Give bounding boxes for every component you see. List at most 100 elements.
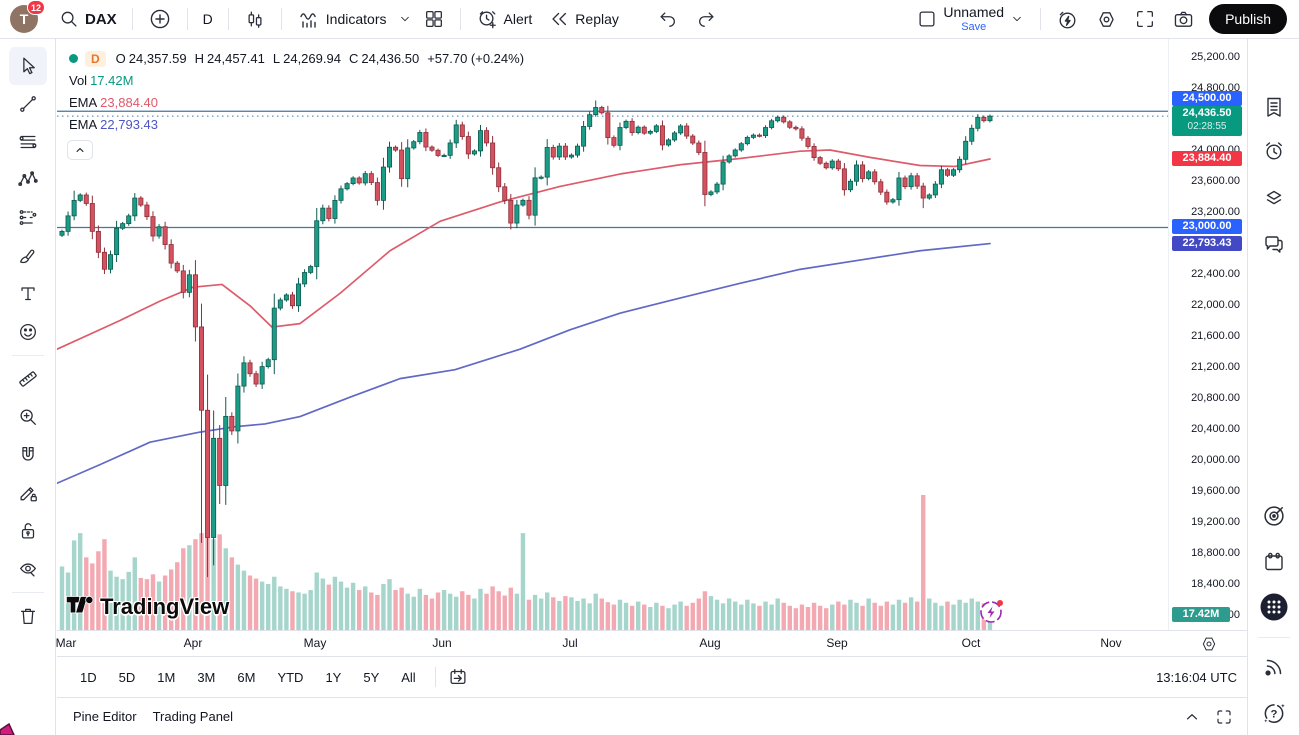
gear-icon: [1095, 8, 1118, 31]
symbol-search-button[interactable]: DAX: [50, 4, 125, 34]
sidebar-radar-button[interactable]: [1258, 500, 1290, 532]
chart-pane[interactable]: D O 24,357.59 H 24,457.41 L 24,269.94 C …: [57, 39, 1168, 630]
tool-lock-open-button[interactable]: [9, 512, 47, 550]
tool-magnet-button[interactable]: [9, 436, 47, 474]
pine-editor-tab[interactable]: Pine Editor: [73, 709, 137, 724]
tool-edit-lock-button[interactable]: [9, 474, 47, 512]
range-button-ytd[interactable]: YTD: [268, 666, 312, 689]
legend-ema-fast-row[interactable]: EMA 23,884.40: [65, 93, 532, 112]
edit-lock-icon: [17, 482, 39, 504]
goto-date-button[interactable]: [444, 665, 472, 689]
toolbar-separator: [132, 8, 133, 30]
range-button-1d[interactable]: 1D: [71, 666, 106, 689]
indicator-templates-button[interactable]: [395, 4, 415, 34]
tool-ruler-button[interactable]: [9, 360, 47, 398]
undo-button[interactable]: [649, 4, 687, 34]
tool-emoji-button[interactable]: [9, 313, 47, 351]
price-axis-label: 22,400.00: [1191, 268, 1240, 280]
settings-button[interactable]: [1087, 4, 1126, 34]
chevron-down-icon: [397, 11, 413, 27]
range-button-1y[interactable]: 1Y: [316, 666, 350, 689]
sidebar-apps-grid-button[interactable]: [1258, 591, 1290, 623]
tradingview-watermark: TradingView: [66, 594, 229, 620]
brush-icon: [17, 245, 39, 267]
quick-search-button[interactable]: [1048, 4, 1087, 34]
sidebar-watchlist-button[interactable]: [1258, 91, 1290, 123]
tool-zoom-in-button[interactable]: [9, 398, 47, 436]
legend-ohlc-row[interactable]: D O 24,357.59 H 24,457.41 L 24,269.94 C …: [65, 49, 532, 68]
time-axis-label: Apr: [184, 636, 203, 650]
tool-cursor-button[interactable]: [9, 47, 47, 85]
xabcd-pattern-icon: [17, 169, 39, 191]
range-button-3m[interactable]: 3M: [188, 666, 224, 689]
toolbar-separator: [187, 8, 188, 30]
sidebar-help-button[interactable]: ?: [1258, 697, 1290, 729]
range-button-6m[interactable]: 6M: [228, 666, 264, 689]
range-button-1m[interactable]: 1M: [148, 666, 184, 689]
indicators-button[interactable]: Indicators: [289, 4, 395, 34]
tool-trendline-button[interactable]: [9, 85, 47, 123]
layout-button[interactable]: Unnamed Save: [908, 4, 1033, 34]
price-axis-label: 20,000.00: [1191, 454, 1240, 466]
avatar-initial: T: [20, 11, 29, 27]
range-button-all[interactable]: All: [392, 666, 424, 689]
sidebar-object-tree-button[interactable]: [1258, 182, 1290, 214]
price-axis[interactable]: 25,200.0024,800.0024,000.0023,600.0023,2…: [1168, 39, 1247, 630]
svg-text:?: ?: [1271, 708, 1278, 720]
emoji-icon: [17, 321, 39, 343]
tool-projection-button[interactable]: [9, 199, 47, 237]
redo-button[interactable]: [687, 4, 725, 34]
replay-button[interactable]: Replay: [540, 4, 627, 34]
legend-ema-slow-row[interactable]: EMA 22,793.43: [65, 115, 532, 134]
tool-xabcd-pattern-button[interactable]: [9, 161, 47, 199]
camera-icon: [1172, 8, 1195, 31]
tool-brush-button[interactable]: [9, 237, 47, 275]
calendar-goto-icon: [447, 666, 469, 688]
lock-open-icon: [17, 520, 39, 542]
price-axis-label: 22,000.00: [1191, 299, 1240, 311]
range-button-5d[interactable]: 5D: [110, 666, 145, 689]
sidebar-chat-button[interactable]: [1258, 228, 1290, 260]
sidebar-divider: [1258, 637, 1290, 638]
time-axis[interactable]: MarAprMayJunJulAugSepOctNov: [57, 630, 1247, 656]
toolbar-separator: [460, 8, 461, 30]
corner-decoration: [0, 712, 24, 735]
clock-utc[interactable]: 13:16:04 UTC: [1156, 670, 1237, 685]
flash-event-marker[interactable]: [978, 598, 1005, 625]
top-toolbar-right: Unnamed Save Publish: [908, 4, 1299, 34]
fullscreen-button[interactable]: [1126, 4, 1164, 34]
tool-fib-retracement-button[interactable]: [9, 123, 47, 161]
time-axis-label: Aug: [699, 636, 720, 650]
sidebar-calendar-button[interactable]: [1258, 546, 1290, 578]
layout-grid-button[interactable]: [415, 4, 453, 34]
legend-collapse-button[interactable]: [67, 140, 93, 160]
change-value: +57.70 (+0.24%): [427, 51, 524, 66]
object-tree-icon: [1262, 186, 1286, 210]
add-symbol-button[interactable]: [140, 4, 180, 34]
tool-text-button[interactable]: [9, 275, 47, 313]
snapshot-button[interactable]: [1164, 4, 1203, 34]
indicators-label: Indicators: [326, 11, 387, 27]
time-axis-label: Nov: [1100, 636, 1121, 650]
sidebar-broadcast-button[interactable]: [1258, 651, 1290, 683]
maximize-panel-button[interactable]: [1215, 708, 1233, 726]
legend-volume-row[interactable]: Vol 17.42M: [65, 71, 532, 90]
publish-button[interactable]: Publish: [1209, 4, 1287, 34]
high-value: 24,457.41: [207, 51, 265, 66]
tool-eye-hide-button[interactable]: [9, 550, 47, 588]
user-avatar[interactable]: T 12: [10, 5, 38, 33]
text-icon: [17, 283, 39, 305]
range-button-5y[interactable]: 5Y: [354, 666, 388, 689]
layout-name-wrap[interactable]: Unnamed Save: [943, 5, 1004, 32]
price-axis-label: 19,600.00: [1191, 485, 1240, 497]
top-toolbar: T 12 DAX D Indicators: [0, 0, 1299, 39]
tool-trash-button[interactable]: [9, 597, 47, 635]
sidebar-alarm-button[interactable]: [1258, 135, 1290, 167]
axis-settings-gear-icon[interactable]: [1199, 634, 1219, 654]
chart-style-button[interactable]: [236, 4, 274, 34]
interval-button[interactable]: D: [195, 4, 221, 34]
alert-button[interactable]: Alert: [468, 4, 541, 34]
collapse-panel-button[interactable]: [1183, 708, 1201, 726]
save-button[interactable]: Save: [961, 21, 986, 33]
trading-panel-tab[interactable]: Trading Panel: [153, 709, 233, 724]
